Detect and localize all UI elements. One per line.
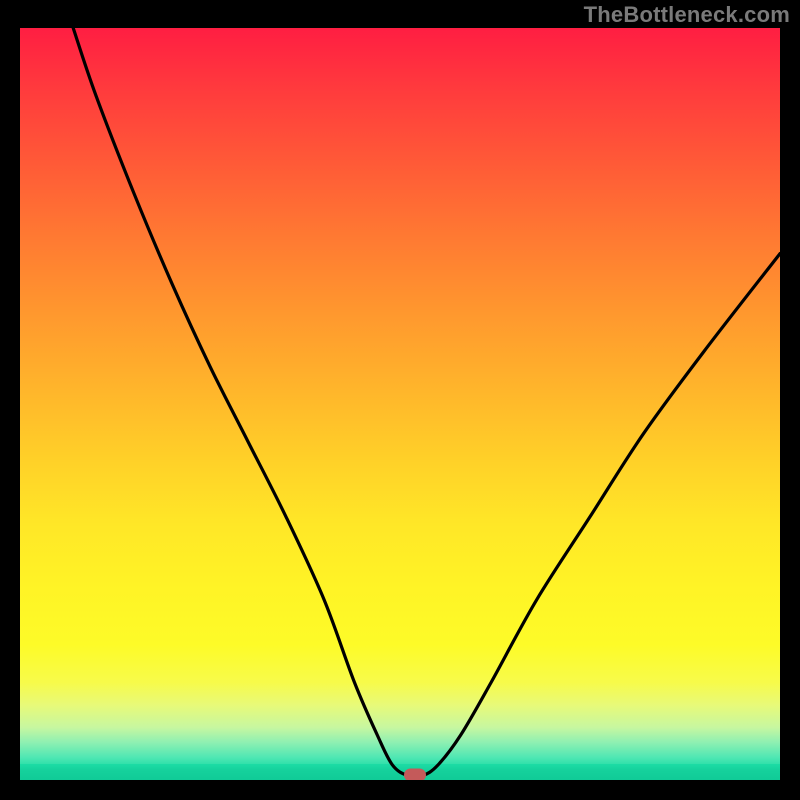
plot-area — [20, 28, 780, 780]
curve-svg — [20, 28, 780, 780]
watermark-text: TheBottleneck.com — [584, 2, 790, 28]
chart-frame: TheBottleneck.com — [0, 0, 800, 800]
optimal-point-marker — [404, 769, 426, 780]
bottleneck-curve — [73, 28, 780, 777]
